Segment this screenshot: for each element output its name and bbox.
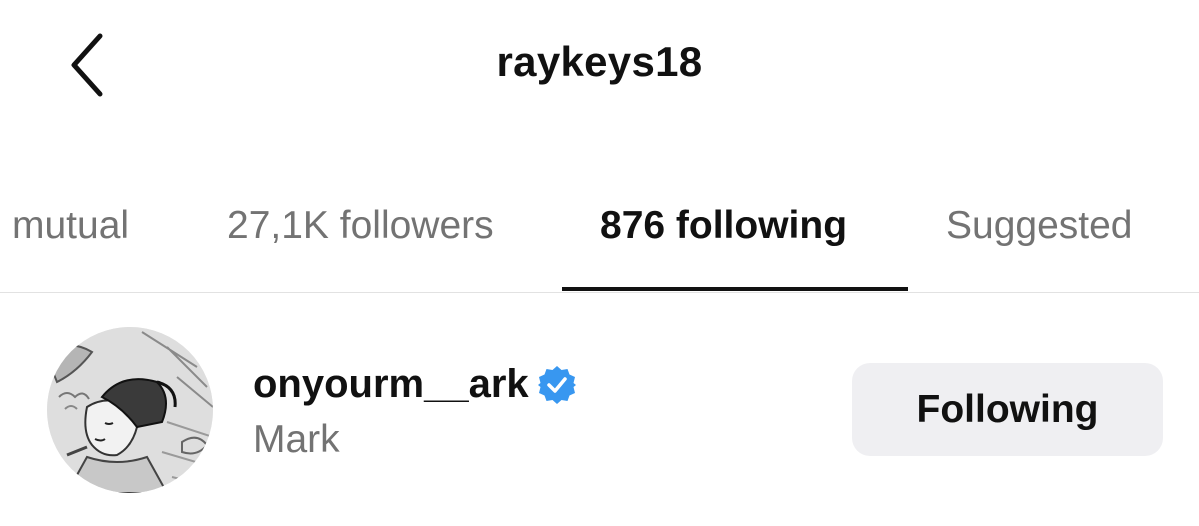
verified-badge-icon	[537, 365, 577, 405]
active-tab-indicator	[562, 287, 908, 291]
username-link[interactable]: onyourm__ark	[253, 362, 577, 407]
tab-bar: mutual 27,1K followers 876 following Sug…	[0, 180, 1199, 293]
following-button[interactable]: Following	[852, 363, 1163, 456]
display-name: Mark	[253, 418, 340, 461]
avatar-sketch-image	[47, 327, 213, 493]
avatar[interactable]	[47, 327, 213, 493]
username: onyourm__ark	[253, 362, 529, 406]
tab-following[interactable]: 876 following	[600, 204, 847, 248]
tab-mutual[interactable]: mutual	[12, 204, 129, 248]
tab-followers[interactable]: 27,1K followers	[227, 204, 494, 248]
page-title: raykeys18	[496, 38, 703, 85]
list-item: onyourm__ark Mark Following	[0, 318, 1199, 508]
header-bar: raykeys18	[0, 0, 1199, 140]
tab-suggested[interactable]: Suggested	[946, 204, 1133, 248]
